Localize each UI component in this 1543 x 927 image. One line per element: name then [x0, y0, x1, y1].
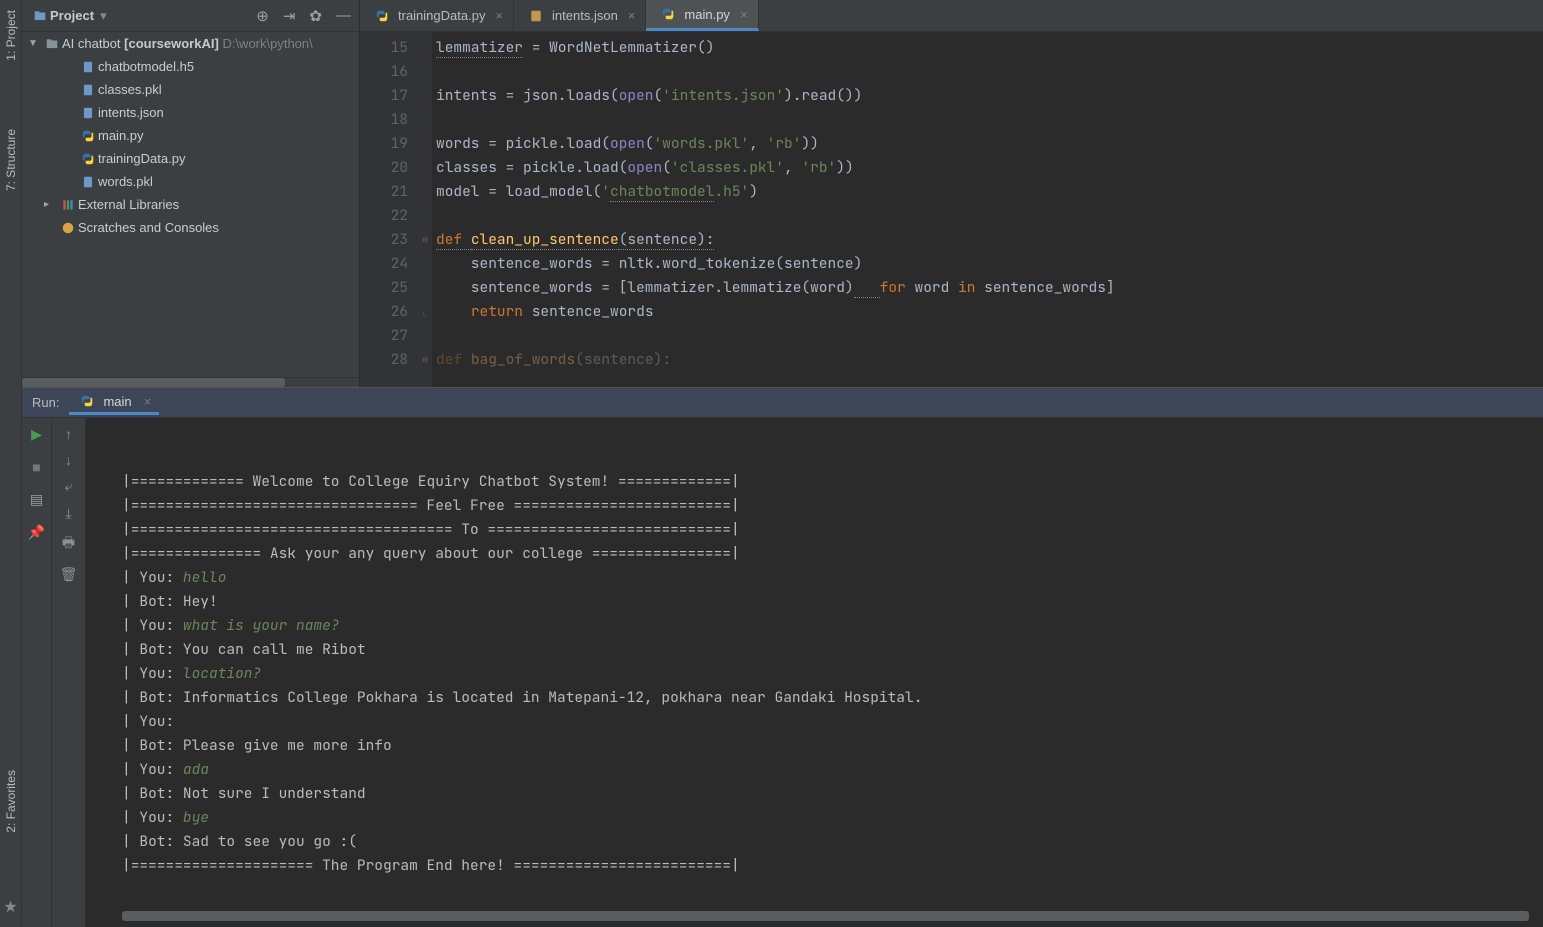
close-icon[interactable]: ×	[495, 8, 503, 23]
project-tree[interactable]: ▼ AI chatbot [courseworkAI] D:\work\pyth…	[22, 32, 359, 377]
editor-tabs: trainingData.py × intents.json × main.py ×	[360, 0, 1543, 32]
tab-favorites-vertical[interactable]: 2: Favorites	[4, 766, 18, 837]
python-file-icon	[658, 7, 678, 21]
code-content[interactable]: lemmatizer = WordNetLemmatizer() intents…	[432, 32, 1543, 387]
file-icon	[78, 83, 98, 97]
folder-icon	[42, 37, 62, 51]
expand-icon[interactable]: ⇥	[283, 7, 296, 25]
run-tool-window: Run: main × ▶ ■ ▤ 📌 ↑ ↓ ⤶ ⤓ 🖶	[22, 387, 1543, 927]
down-icon[interactable]: ↓	[65, 452, 72, 468]
editor-tab-label: intents.json	[552, 8, 618, 23]
editor-tab[interactable]: main.py ×	[646, 0, 758, 31]
up-icon[interactable]: ↑	[65, 426, 72, 442]
settings-icon[interactable]: ✿	[309, 7, 322, 25]
tree-file-label: intents.json	[98, 105, 164, 120]
run-toolbar-left: ▶ ■ ▤ 📌	[22, 418, 52, 927]
print-icon[interactable]: 🖶	[62, 532, 75, 556]
tree-file[interactable]: trainingData.py	[22, 147, 359, 170]
hide-icon[interactable]: —	[336, 7, 351, 25]
project-label: Project	[50, 8, 94, 23]
scratches-label: Scratches and Consoles	[78, 220, 219, 235]
softwrap-icon[interactable]: ⤶	[65, 478, 73, 495]
python-file-icon	[78, 129, 98, 143]
scratches-consoles[interactable]: Scratches and Consoles	[22, 216, 359, 239]
json-file-icon	[526, 9, 546, 23]
project-h-scrollbar[interactable]	[22, 377, 359, 387]
tree-file-label: main.py	[98, 128, 144, 143]
stop-icon[interactable]: ■	[32, 459, 40, 475]
tree-root[interactable]: ▼ AI chatbot [courseworkAI] D:\work\pyth…	[22, 32, 359, 55]
scratches-icon	[58, 221, 78, 235]
tree-file[interactable]: chatbotmodel.h5	[22, 55, 359, 78]
project-sidebar: Project ▾ ⊕ ⇥ ✿ — ▼ AI chatbot [coursewo…	[22, 0, 360, 387]
file-icon	[78, 175, 98, 189]
root-name: AI chatbot	[62, 36, 121, 51]
external-libraries[interactable]: ▸ External Libraries	[22, 193, 359, 216]
pin-icon[interactable]: 📌	[28, 524, 45, 541]
tab-project-vertical[interactable]: 1: Project	[4, 6, 18, 65]
rerun-icon[interactable]: ▶	[31, 426, 42, 443]
scroll-end-icon[interactable]: ⤓	[65, 505, 71, 522]
scrollbar-thumb[interactable]	[22, 378, 285, 387]
project-icon	[30, 9, 50, 23]
close-icon[interactable]: ×	[740, 7, 748, 22]
tree-file[interactable]: intents.json	[22, 101, 359, 124]
editor-tab[interactable]: intents.json ×	[514, 0, 646, 31]
star-icon: ★	[3, 897, 17, 917]
tree-file-label: words.pkl	[98, 174, 153, 189]
locate-icon[interactable]: ⊕	[256, 7, 269, 25]
project-sidebar-header: Project ▾ ⊕ ⇥ ✿ —	[22, 0, 359, 32]
run-label: Run:	[32, 395, 59, 410]
console-output[interactable]: |============= Welcome to College Equiry…	[86, 418, 1543, 927]
run-header: Run: main ×	[22, 388, 1543, 418]
run-tab-close-icon[interactable]: ×	[144, 394, 152, 409]
tab-structure-vertical[interactable]: 7: Structure	[4, 125, 18, 195]
editor-area: trainingData.py × intents.json × main.py × 15…	[360, 0, 1543, 387]
fold-column[interactable]: ⊖ ⌞ ⊖	[418, 32, 432, 387]
editor-tab-label: trainingData.py	[398, 8, 485, 23]
run-tab[interactable]: main ×	[69, 391, 159, 415]
root-bold: [courseworkAI]	[124, 36, 219, 51]
code-editor[interactable]: 1516171819202122232425262728 ⊖ ⌞ ⊖ lemma…	[360, 32, 1543, 387]
left-tool-strip: 1: Project 7: Structure 2: Favorites ★	[0, 0, 22, 927]
tree-file-label: classes.pkl	[98, 82, 162, 97]
python-file-icon	[77, 394, 97, 408]
console-h-scrollbar[interactable]	[122, 911, 1529, 921]
file-icon	[78, 106, 98, 120]
root-path: D:\work\python\	[222, 36, 312, 51]
python-file-icon	[78, 152, 98, 166]
project-dropdown-icon[interactable]: ▾	[100, 8, 107, 24]
external-libraries-label: External Libraries	[78, 197, 179, 212]
editor-gutter: 1516171819202122232425262728	[360, 32, 418, 387]
python-file-icon	[372, 9, 392, 23]
library-icon	[58, 198, 78, 212]
tree-file[interactable]: classes.pkl	[22, 78, 359, 101]
run-tab-label: main	[103, 394, 131, 409]
tree-file-label: chatbotmodel.h5	[98, 59, 194, 74]
close-icon[interactable]: ×	[628, 8, 636, 23]
tree-file-label: trainingData.py	[98, 151, 185, 166]
layout-icon[interactable]: ▤	[30, 491, 43, 508]
tree-file[interactable]: main.py	[22, 124, 359, 147]
file-icon	[78, 60, 98, 74]
tree-file[interactable]: words.pkl	[22, 170, 359, 193]
editor-tab-label: main.py	[684, 7, 730, 22]
trash-icon[interactable]: 🗑	[60, 566, 78, 583]
run-toolbar-secondary: ↑ ↓ ⤶ ⤓ 🖶 🗑	[52, 418, 86, 927]
editor-tab[interactable]: trainingData.py ×	[360, 0, 514, 31]
